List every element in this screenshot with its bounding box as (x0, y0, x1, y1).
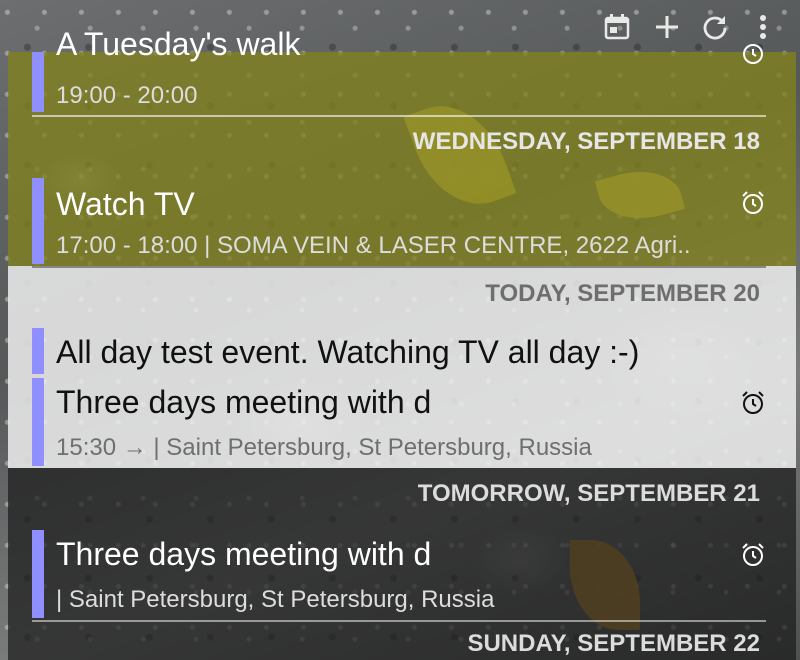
add-icon[interactable] (650, 10, 684, 44)
event-title: A Tuesday's walk (56, 26, 301, 62)
event-time: | Saint Petersburg, St Petersburg, Russi… (56, 586, 495, 613)
event-time: 19:00 - 20:00 (56, 82, 198, 109)
event-item[interactable]: Three days meeting with d 15:30 → | Sain… (32, 378, 766, 466)
event-time: 17:00 - 18:00 | SOMA VEIN & LASER CENTRE… (56, 232, 691, 259)
calendar-today-icon[interactable] (600, 10, 634, 44)
alarm-icon (742, 391, 764, 414)
day-header: SUNDAY, SEPTEMBER 22 (467, 630, 760, 657)
day-header: TODAY, SEPTEMBER 20 (485, 280, 760, 307)
event-color-bar (32, 52, 44, 112)
alarm-icon (742, 191, 764, 214)
alarm-icon (743, 44, 763, 64)
divider (32, 620, 766, 622)
day-header: TOMORROW, SEPTEMBER 21 (417, 480, 760, 507)
event-color-bar (32, 328, 44, 374)
event-item[interactable]: All day test event. Watching TV all day … (32, 328, 766, 374)
alarm-icon (742, 543, 764, 566)
event-title: Three days meeting with d (56, 536, 432, 572)
event-color-bar (32, 530, 44, 618)
event-title: Watch TV (56, 186, 195, 222)
today-events-panel: TODAY, SEPTEMBER 20 All day test event. … (8, 266, 796, 468)
event-title: Three days meeting with d (56, 384, 432, 420)
event-item[interactable]: Watch TV 17:00 - 18:00 | SOMA VEIN & LAS… (32, 178, 766, 264)
day-header: WEDNESDAY, SEPTEMBER 18 (412, 128, 760, 155)
event-title: All day test event. Watching TV all day … (56, 334, 640, 370)
event-color-bar (32, 378, 44, 466)
event-item[interactable]: Three days meeting with d | Saint Peters… (32, 530, 766, 618)
divider (32, 115, 766, 117)
event-time: 15:30 → | Saint Petersburg, St Petersbur… (56, 434, 592, 461)
divider (32, 266, 766, 268)
upcoming-events-panel: TOMORROW, SEPTEMBER 21 Three days meetin… (8, 468, 796, 660)
event-color-bar (32, 178, 44, 264)
refresh-icon[interactable] (698, 10, 732, 44)
event-item[interactable]: A Tuesday's walk 19:00 - 20:00 (32, 26, 766, 112)
more-vert-icon[interactable] (746, 10, 780, 44)
past-events-panel: A Tuesday's walk 19:00 - 20:00 WEDNESDAY… (8, 26, 796, 266)
widget-toolbar (590, 0, 800, 52)
